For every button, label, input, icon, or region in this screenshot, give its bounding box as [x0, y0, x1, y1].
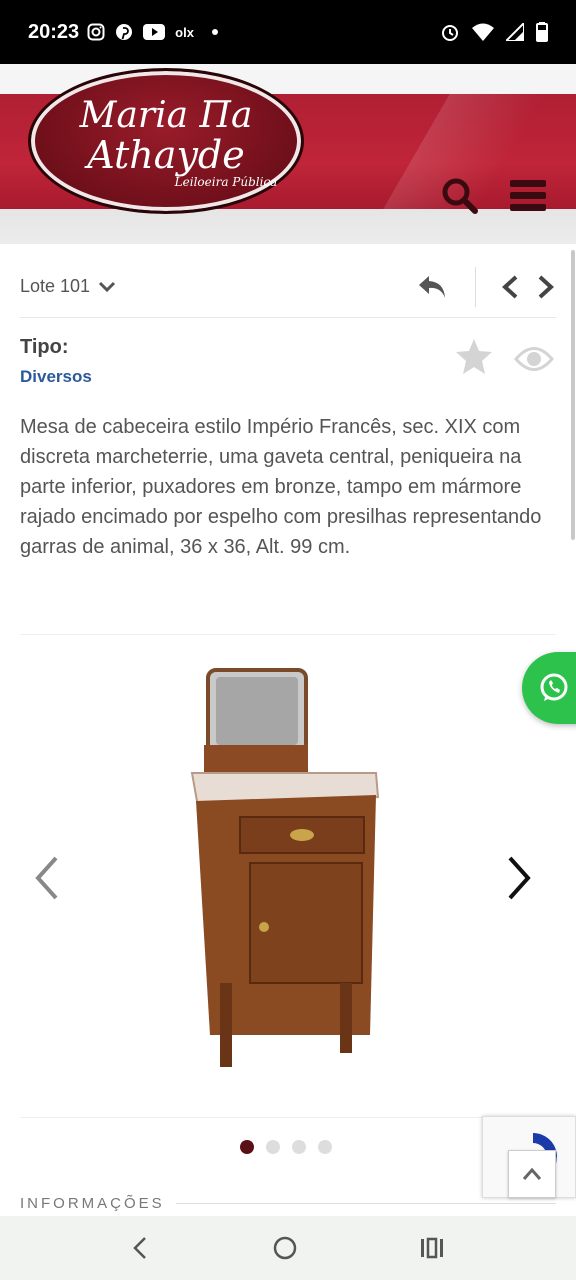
lot-actions — [417, 266, 556, 307]
chevron-up-icon — [522, 1167, 542, 1180]
product-photo[interactable] — [190, 665, 390, 1075]
home-icon[interactable] — [272, 1235, 298, 1261]
previous-lot-icon[interactable] — [500, 274, 520, 300]
gallery-prev-icon[interactable] — [32, 855, 62, 901]
menu-button[interactable] — [508, 178, 548, 214]
status-system-icons — [440, 22, 548, 42]
section-heading: INFORMAÇÕES — [20, 1195, 165, 1212]
scroll-to-top-button[interactable] — [508, 1150, 556, 1198]
back-icon[interactable] — [131, 1236, 151, 1260]
logo-subtitle: Leiloeira Pública — [174, 175, 278, 189]
divider — [176, 1203, 556, 1204]
status-time: 20:23 — [28, 20, 80, 43]
image-gallery — [20, 634, 556, 1118]
logo-line2: Athayde — [87, 133, 245, 177]
status-notification-icons: olx — [87, 23, 218, 41]
recents-icon[interactable] — [419, 1237, 445, 1259]
battery-icon — [536, 22, 548, 42]
gallery-dot[interactable] — [240, 1140, 254, 1154]
lot-navigation-bar: Lote 101 — [20, 256, 556, 318]
olx-icon: olx — [175, 24, 194, 40]
site-header: Maria Πa Athayde Leiloeira Pública — [0, 64, 576, 244]
system-navigation-bar — [0, 1216, 576, 1280]
alarm-icon — [442, 25, 458, 41]
page-scrollbar[interactable] — [571, 250, 575, 540]
eye-icon[interactable] — [514, 344, 554, 374]
wifi-icon — [472, 23, 494, 41]
signal-icon — [506, 23, 524, 41]
whatsapp-icon — [540, 673, 568, 701]
logo-line1: Maria Πa — [79, 95, 253, 136]
star-icon[interactable] — [454, 338, 494, 376]
site-logo[interactable]: Maria Πa Athayde Leiloeira Pública — [28, 68, 304, 214]
gallery-dot[interactable] — [292, 1140, 306, 1154]
divider — [475, 266, 476, 307]
chevron-down-icon[interactable] — [98, 281, 116, 293]
youtube-icon — [143, 24, 166, 40]
gallery-next-icon[interactable] — [504, 855, 534, 901]
tipo-value-link[interactable]: Diversos — [20, 367, 92, 387]
search-icon — [442, 178, 478, 214]
status-bar: 20:23 olx — [0, 0, 576, 64]
instagram-icon — [87, 23, 105, 41]
search-button[interactable] — [440, 176, 480, 216]
lot-description: Mesa de cabeceira estilo Império Francês… — [20, 416, 542, 558]
next-lot-icon[interactable] — [536, 274, 556, 300]
reply-icon[interactable] — [417, 274, 447, 300]
gallery-dot[interactable] — [266, 1140, 280, 1154]
tipo-label: Tipo: — [20, 336, 69, 358]
dot-icon — [211, 29, 218, 35]
gallery-dots — [240, 1140, 332, 1154]
lot-label[interactable]: Lote 101 — [20, 276, 90, 297]
gallery-dot[interactable] — [318, 1140, 332, 1154]
pinterest-icon — [116, 24, 133, 40]
